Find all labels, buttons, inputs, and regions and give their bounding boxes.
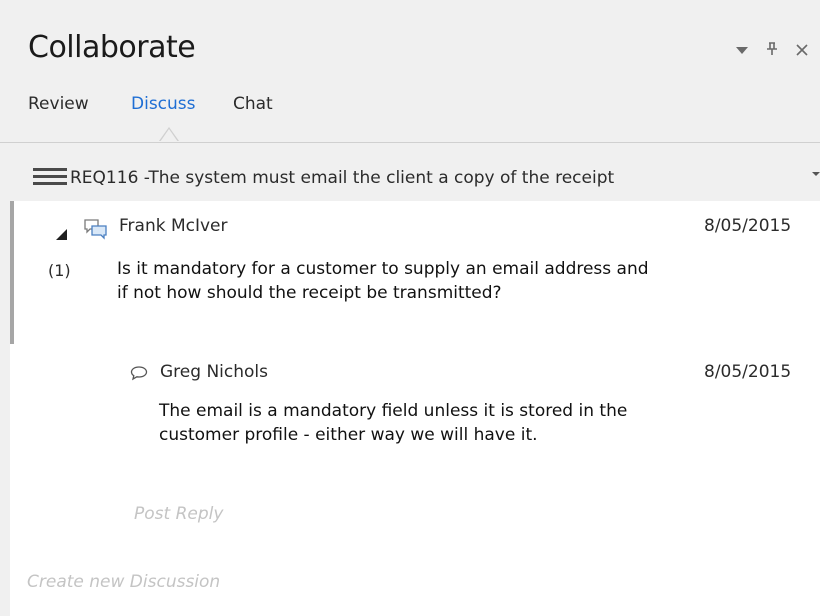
speech-bubbles-icon xyxy=(83,218,109,246)
post-reply-link[interactable]: Post Reply xyxy=(134,504,223,524)
dropdown-arrow-icon[interactable] xyxy=(736,45,748,57)
speech-bubble-outline-icon xyxy=(130,365,148,385)
window-controls xyxy=(736,42,808,60)
thread-selection-bar xyxy=(10,201,14,344)
discussion-date: 8/05/2015 xyxy=(704,216,792,236)
element-selector[interactable]: REQ116 -The system must email the client… xyxy=(0,155,820,201)
collapse-triangle-icon[interactable] xyxy=(56,229,67,240)
element-dropdown-icon[interactable] xyxy=(812,172,820,176)
left-gutter xyxy=(0,201,10,616)
element-name: REQ116 -The system must email the client… xyxy=(70,168,615,188)
tab-bar: Review Discuss Chat xyxy=(0,80,820,143)
close-icon[interactable] xyxy=(796,43,808,60)
discussion-message-line-1: Is it mandatory for a customer to supply… xyxy=(117,259,649,279)
tab-discuss[interactable]: Discuss xyxy=(131,94,196,114)
active-tab-indicator-fill xyxy=(160,129,178,142)
tab-review[interactable]: Review xyxy=(28,94,89,114)
reply-author: Greg Nichols xyxy=(160,362,268,382)
collaborate-panel: Collaborate Review Discuss Chat REQ116 -… xyxy=(0,0,820,616)
discussion-message-line-2: if not how should the receipt be transmi… xyxy=(117,283,502,303)
reply-date: 8/05/2015 xyxy=(704,362,792,382)
reply-message-line-1: The email is a mandatory field unless it… xyxy=(159,401,628,421)
create-new-discussion-link[interactable]: Create new Discussion xyxy=(27,572,220,592)
window-titlebar: Collaborate xyxy=(0,14,820,80)
discussion-area: Frank McIver 8/05/2015 (1) Is it mandato… xyxy=(0,201,820,616)
pin-icon[interactable] xyxy=(766,42,778,60)
tab-chat[interactable]: Chat xyxy=(233,94,273,114)
window-title: Collaborate xyxy=(28,30,196,65)
hamburger-menu-icon[interactable] xyxy=(33,168,67,186)
reply-message-line-2: customer profile - either way we will ha… xyxy=(159,425,538,445)
discussion-author: Frank McIver xyxy=(119,216,228,236)
reply-count: (1) xyxy=(48,261,71,280)
